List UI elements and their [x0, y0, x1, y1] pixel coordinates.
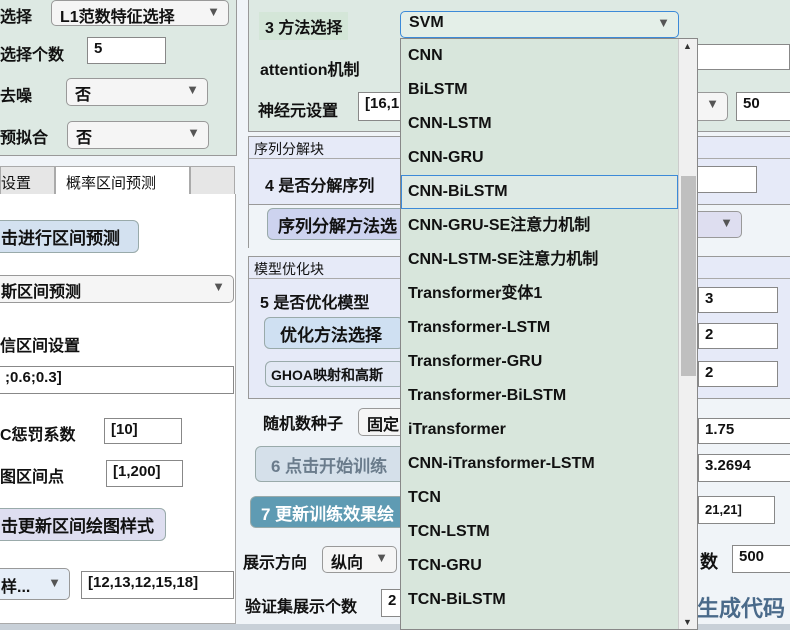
dropdown-option[interactable]: Transformer变体1: [401, 277, 697, 311]
style-values-input[interactable]: [12,13,12,15,18]: [81, 571, 234, 599]
chevron-down-icon: ▼: [375, 550, 388, 565]
method-label: 3 方法选择: [259, 12, 349, 40]
confidence-input[interactable]: ;0.6;0.3]: [0, 366, 234, 394]
denoise-label: 去噪: [0, 88, 33, 105]
decomposition-input[interactable]: [690, 166, 757, 193]
interval-method-value: 斯区间预测: [1, 284, 82, 301]
dropdown-option[interactable]: Transformer-GRU: [401, 345, 697, 379]
count-label: 数: [700, 552, 718, 572]
penalty-input[interactable]: [10]: [104, 418, 182, 444]
dropdown-option[interactable]: BiLSTM: [401, 73, 697, 107]
feature-count-label: 选择个数: [0, 47, 65, 64]
dropdown-option[interactable]: CNN: [401, 39, 697, 73]
overfit-label: 预拟合: [0, 130, 49, 147]
val-count-label: 验证集展示个数: [245, 599, 358, 616]
update-training-plot-button[interactable]: 7 更新训练效果绘: [250, 496, 407, 528]
optimization-method-button[interactable]: 优化方法选择: [264, 317, 404, 349]
overfit-dropdown[interactable]: 否 ▼: [67, 121, 209, 149]
dropdown-option[interactable]: TCN: [401, 481, 697, 515]
optimize-label: 5 是否优化模型: [260, 295, 370, 312]
interval-tab-content: [0, 194, 236, 624]
confidence-label: 信区间设置: [0, 338, 81, 355]
style-select-value: 样...: [1, 579, 31, 596]
tab-settings-label: 设置: [1, 175, 32, 192]
opt-param-1[interactable]: 3: [698, 287, 778, 313]
dropdown-option[interactable]: TCN-LSTM: [401, 515, 697, 549]
feature-method-dropdown[interactable]: L1范数特征选择 ▼: [51, 0, 229, 26]
neurons-label: 神经元设置: [258, 103, 339, 120]
dropdown-option[interactable]: TCN-BiLSTM: [401, 583, 697, 617]
feature-count-input[interactable]: 5: [87, 37, 166, 64]
seed-label: 随机数种子: [263, 416, 344, 433]
direction-label: 展示方向: [243, 555, 308, 572]
method-selected-value: SVM: [409, 14, 444, 31]
start-training-button[interactable]: 6 点击开始训练: [255, 446, 407, 482]
dropdown-option[interactable]: Transformer-BiLSTM: [401, 379, 697, 413]
dropdown-option[interactable]: CNN-LSTM-SE注意力机制: [401, 243, 697, 277]
tab-strip-empty: [190, 166, 235, 195]
scroll-down-icon[interactable]: ▼: [683, 617, 692, 627]
seed-value: 固定: [367, 417, 400, 434]
chevron-down-icon: ▼: [186, 82, 199, 97]
chevron-down-icon: ▼: [657, 15, 670, 30]
dropdown-option[interactable]: CNN-LSTM: [401, 107, 697, 141]
decomposition-method-button[interactable]: 序列分解方法选: [267, 208, 407, 240]
penalty-label: C惩罚系数: [0, 427, 76, 444]
direction-value: 纵向: [331, 555, 364, 572]
dropdown-option[interactable]: CNN-GRU: [401, 141, 697, 175]
opt-param-3[interactable]: 2: [698, 361, 778, 387]
chevron-down-icon: ▼: [187, 125, 200, 140]
denoise-value: 否: [75, 87, 92, 104]
plot-points-input[interactable]: [1,200]: [106, 460, 183, 487]
decomposition-label: 4 是否分解序列: [265, 178, 375, 195]
chevron-down-icon: ▼: [207, 4, 220, 19]
chevron-down-icon: ▼: [48, 575, 61, 590]
dropdown-option[interactable]: iTransformer: [401, 413, 697, 447]
feature-method-label: 选择: [0, 9, 33, 26]
interval-method-dropdown[interactable]: 斯区间预测 ▼: [0, 275, 234, 303]
attention-label: attention机制: [260, 62, 360, 79]
overfit-value: 否: [76, 130, 93, 147]
feature-method-value: L1范数特征选择: [60, 9, 175, 26]
epochs-input[interactable]: 50: [736, 92, 790, 121]
style-dropdown[interactable]: 样... ▼: [0, 568, 70, 600]
metric-1-output: 1.75: [698, 418, 790, 444]
update-interval-style-button[interactable]: 击更新区间绘图样式: [0, 508, 166, 541]
plot-points-label: 图区间点: [0, 469, 65, 486]
run-interval-prediction-button[interactable]: 击进行区间预测: [0, 220, 139, 253]
range-input[interactable]: 21,21]: [698, 496, 775, 524]
count-input[interactable]: 500: [732, 545, 790, 573]
dropdown-option[interactable]: TCN-GRU: [401, 549, 697, 583]
dropdown-option[interactable]: CNN-BiLSTM: [401, 175, 678, 209]
scroll-up-icon[interactable]: ▲: [683, 41, 692, 51]
generate-code-button[interactable]: 生成代码: [697, 591, 785, 623]
opt-param-2[interactable]: 2: [698, 323, 778, 349]
dropdown-option[interactable]: Transformer-LSTM: [401, 311, 697, 345]
decomposition-panel-lower: [248, 204, 249, 248]
dropdown-option[interactable]: CNN-GRU-SE注意力机制: [401, 209, 697, 243]
tab-probability-interval-label: 概率区间预测: [66, 175, 157, 192]
dropdown-option[interactable]: CNN-iTransformer-LSTM: [401, 447, 697, 481]
method-dropdown[interactable]: SVM ▼: [400, 11, 679, 38]
tab-probability-interval[interactable]: 概率区间预测: [55, 166, 190, 195]
chevron-down-icon: ▼: [706, 96, 719, 111]
metric-2-output: 3.2694: [698, 454, 790, 482]
scrollbar-thumb[interactable]: [681, 176, 696, 376]
attention-input[interactable]: [690, 44, 790, 70]
method-dropdown-list: CNN BiLSTM CNN-LSTM CNN-GRU CNN-BiLSTM CNN-GR…: [400, 38, 698, 630]
dropdown-scrollbar[interactable]: ▲ ▼: [678, 39, 697, 629]
denoise-dropdown[interactable]: 否 ▼: [66, 78, 208, 106]
tab-settings[interactable]: 设置: [0, 166, 55, 195]
optimization-algorithm-dropdown[interactable]: GHOA映射和高斯: [265, 361, 405, 387]
direction-dropdown[interactable]: 纵向 ▼: [322, 546, 397, 573]
chevron-down-icon: ▼: [212, 279, 225, 294]
chevron-down-icon: ▼: [720, 215, 733, 230]
